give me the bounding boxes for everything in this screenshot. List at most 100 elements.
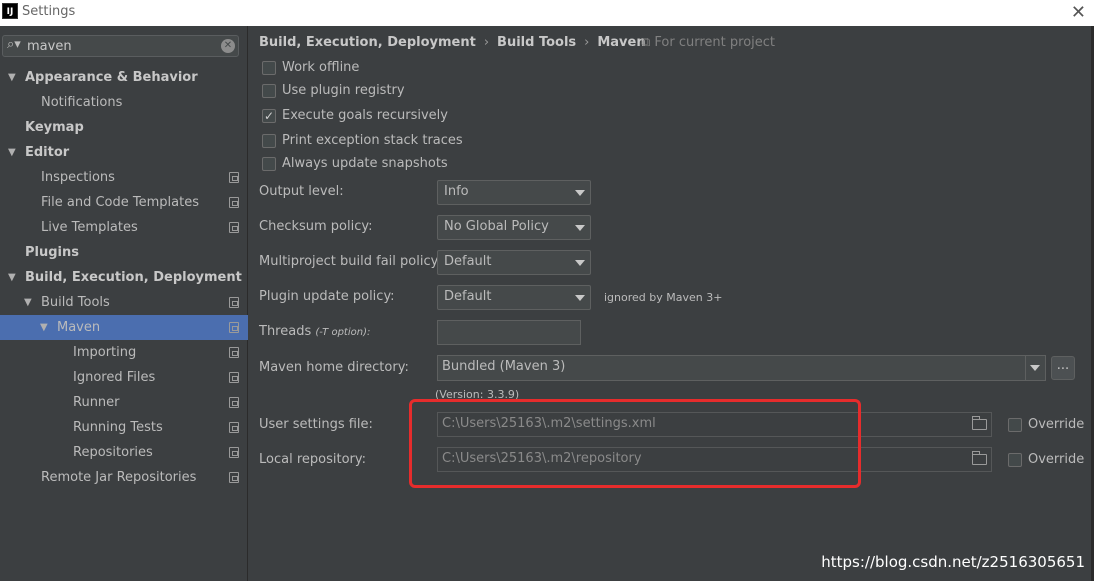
threads-hint: (-T option): — [315, 327, 371, 338]
breadcrumb-separator: › — [584, 35, 590, 50]
threads-label: Threads (-T option): — [259, 324, 370, 339]
sidebar-item-live-templates[interactable]: Live Templates — [0, 215, 248, 240]
folder-icon[interactable] — [972, 451, 987, 465]
window-title: Settings — [22, 4, 76, 19]
work-offline-checkbox[interactable] — [262, 61, 276, 75]
always-update-snapshots-checkbox[interactable] — [262, 157, 276, 171]
maven-settings-panel: Build, Execution, Deployment › Build Tools… — [249, 26, 1091, 581]
sidebar-item-label: Maven — [57, 320, 101, 335]
chevron-down-icon — [575, 295, 585, 301]
project-settings-icon — [229, 397, 239, 408]
close-icon[interactable]: ✕ — [1071, 2, 1086, 23]
build-fail-policy-select[interactable]: Default — [437, 250, 591, 275]
sidebar-item-label: Plugins — [25, 245, 79, 260]
sidebar-item-label: Ignored Files — [73, 370, 156, 385]
checksum-policy-select[interactable]: No Global Policy — [437, 215, 591, 240]
sidebar-item-repositories[interactable]: Repositories — [0, 440, 248, 465]
output-level-value: Info — [444, 184, 469, 199]
chevron-down-icon — [575, 190, 585, 196]
execute-goals-recursively-checkbox[interactable]: ✓ — [262, 109, 276, 123]
sidebar-item-label: Repositories — [73, 445, 153, 460]
output-level-select[interactable]: Info — [437, 180, 591, 205]
threads-input[interactable] — [437, 320, 581, 345]
clear-search-icon[interactable]: ✕ — [221, 39, 235, 53]
sidebar-item-plugins[interactable]: Plugins — [0, 240, 248, 265]
sidebar-item-build-execution-deployment[interactable]: ▼ Build, Execution, Deployment — [0, 265, 248, 290]
sidebar-item-maven[interactable]: ▼ Maven — [0, 315, 248, 340]
output-level-label: Output level: — [259, 184, 344, 199]
plugin-update-policy-value: Default — [444, 289, 492, 304]
settings-sidebar: ⌕▾ ✕ ▼ Appearance & Behavior Notifications… — [0, 26, 248, 581]
search-input[interactable] — [27, 37, 212, 55]
expand-arrow-icon[interactable]: ▼ — [8, 265, 16, 290]
breadcrumb-item: Build, Execution, Deployment — [259, 35, 476, 50]
build-fail-policy-label: Multiproject build fail policy: — [259, 254, 442, 269]
plugin-update-policy-label: Plugin update policy: — [259, 289, 395, 304]
project-settings-icon — [229, 222, 239, 233]
local-repository-override-checkbox[interactable] — [1008, 453, 1022, 467]
folder-icon[interactable] — [972, 416, 987, 430]
sidebar-item-appearance-behavior[interactable]: ▼ Appearance & Behavior — [0, 65, 248, 90]
project-settings-icon — [229, 447, 239, 458]
local-repository-override-label[interactable]: Override — [1028, 452, 1084, 467]
sidebar-item-ignored-files[interactable]: Ignored Files — [0, 365, 248, 390]
sidebar-item-inspections[interactable]: Inspections — [0, 165, 248, 190]
settings-search[interactable]: ⌕▾ ✕ — [2, 35, 239, 57]
chevron-down-icon[interactable] — [1025, 356, 1045, 380]
maven-home-combo[interactable]: Bundled (Maven 3) — [437, 355, 1046, 381]
chevron-down-icon — [575, 225, 585, 231]
sidebar-item-label: Keymap — [25, 120, 84, 135]
window-titlebar: IJ Settings ✕ — [0, 0, 1094, 26]
sidebar-item-label: Notifications — [41, 95, 123, 110]
highlight-annotation-box — [409, 399, 861, 488]
expand-arrow-icon[interactable]: ▼ — [40, 315, 48, 340]
sidebar-item-label: Inspections — [41, 170, 115, 185]
sidebar-item-label: File and Code Templates — [41, 195, 199, 210]
expand-arrow-icon[interactable]: ▼ — [24, 290, 32, 315]
sidebar-item-notifications[interactable]: Notifications — [0, 90, 248, 115]
expand-arrow-icon[interactable]: ▼ — [8, 140, 16, 165]
browse-maven-home-button[interactable]: ... — [1051, 356, 1075, 380]
watermark: https://blog.csdn.net/z2516305651 — [821, 553, 1085, 571]
sidebar-item-editor[interactable]: ▼ Editor — [0, 140, 248, 165]
sidebar-item-remote-jar-repositories[interactable]: Remote Jar Repositories — [0, 465, 248, 490]
checksum-policy-label: Checksum policy: — [259, 219, 373, 234]
use-plugin-registry-checkbox[interactable] — [262, 84, 276, 98]
expand-arrow-icon[interactable]: ▼ — [8, 65, 16, 90]
plugin-update-policy-select[interactable]: Default — [437, 285, 591, 310]
sidebar-item-running-tests[interactable]: Running Tests — [0, 415, 248, 440]
project-settings-icon — [229, 347, 239, 358]
work-offline-label[interactable]: Work offline — [282, 60, 359, 75]
execute-goals-recursively-label[interactable]: Execute goals recursively — [282, 108, 448, 123]
checksum-policy-value: No Global Policy — [444, 219, 549, 234]
chevron-down-icon — [575, 260, 585, 266]
sidebar-item-file-and-code-templates[interactable]: File and Code Templates — [0, 190, 248, 215]
project-scope-icon: ⧉ — [641, 35, 655, 50]
threads-label-text: Threads — [259, 324, 312, 339]
sidebar-item-runner[interactable]: Runner — [0, 390, 248, 415]
always-update-snapshots-label[interactable]: Always update snapshots — [282, 156, 448, 171]
breadcrumb-item: Build Tools — [497, 35, 577, 50]
user-settings-override-label[interactable]: Override — [1028, 417, 1084, 432]
print-exception-stack-traces-label[interactable]: Print exception stack traces — [282, 133, 463, 148]
sidebar-item-importing[interactable]: Importing — [0, 340, 248, 365]
print-exception-stack-traces-checkbox[interactable] — [262, 134, 276, 148]
use-plugin-registry-label[interactable]: Use plugin registry — [282, 83, 405, 98]
project-scope-label: ⧉ For current project — [641, 35, 775, 50]
sidebar-item-keymap[interactable]: Keymap — [0, 115, 248, 140]
breadcrumb-separator: › — [483, 35, 490, 50]
breadcrumb: Build, Execution, Deployment › Build Tools… — [259, 35, 646, 50]
sidebar-item-label: Appearance & Behavior — [25, 70, 198, 85]
user-settings-override-checkbox[interactable] — [1008, 418, 1022, 432]
sidebar-item-label: Importing — [73, 345, 137, 360]
breadcrumb-item: Maven — [597, 35, 646, 50]
maven-home-value: Bundled (Maven 3) — [442, 359, 566, 374]
local-repository-label: Local repository: — [259, 452, 366, 467]
sidebar-item-build-tools[interactable]: ▼ Build Tools — [0, 290, 248, 315]
sidebar-item-label: Runner — [73, 395, 120, 410]
search-icon[interactable]: ⌕▾ — [7, 37, 21, 52]
sidebar-item-label: Remote Jar Repositories — [41, 470, 197, 485]
project-settings-icon — [229, 372, 239, 383]
project-settings-icon — [229, 322, 239, 333]
project-scope-text: For current project — [654, 35, 776, 50]
